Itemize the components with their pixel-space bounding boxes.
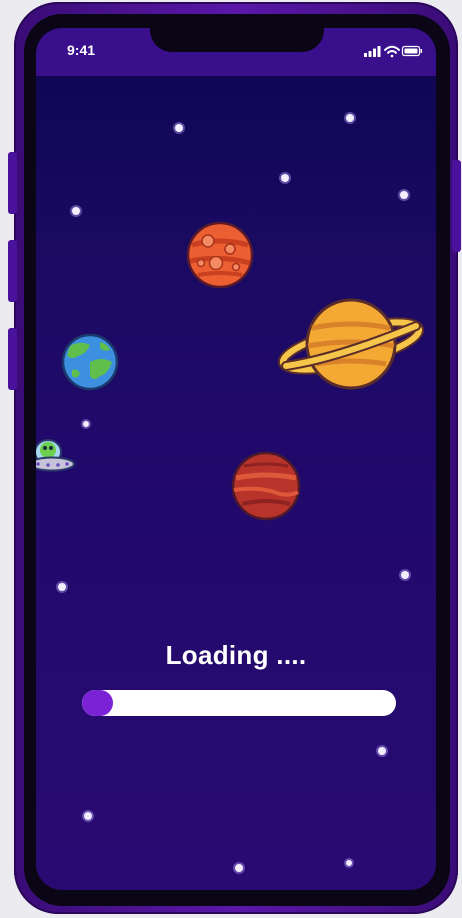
- status-icons: [364, 45, 423, 58]
- star: [72, 207, 80, 215]
- cellular-signal-icon: [364, 46, 381, 57]
- battery-icon: [401, 45, 423, 57]
- saturn-planet-illustration: [278, 298, 424, 390]
- star: [346, 114, 354, 122]
- mars-planet-illustration: [186, 221, 254, 289]
- star: [83, 421, 89, 427]
- side-button: [452, 160, 461, 252]
- loading-progress-bar: [82, 690, 396, 716]
- star: [346, 860, 352, 866]
- app-screen: 9:41 Loading ....: [36, 28, 436, 890]
- star: [378, 747, 386, 755]
- star: [235, 864, 243, 872]
- star: [401, 571, 409, 579]
- wifi-icon: [384, 45, 400, 58]
- camera-notch: [150, 28, 324, 52]
- earth-planet-illustration: [61, 333, 119, 391]
- alien-ufo-illustration: [36, 439, 75, 472]
- loading-progress-fill: [82, 690, 114, 716]
- star: [175, 124, 183, 132]
- side-button: [8, 328, 17, 390]
- status-time: 9:41: [67, 42, 96, 58]
- star: [400, 191, 408, 199]
- side-button: [8, 152, 17, 214]
- side-button: [8, 240, 17, 302]
- star: [281, 174, 289, 182]
- red-planet-illustration: [231, 451, 301, 521]
- star: [58, 583, 66, 591]
- star: [84, 812, 92, 820]
- loading-text: Loading ....: [165, 640, 307, 670]
